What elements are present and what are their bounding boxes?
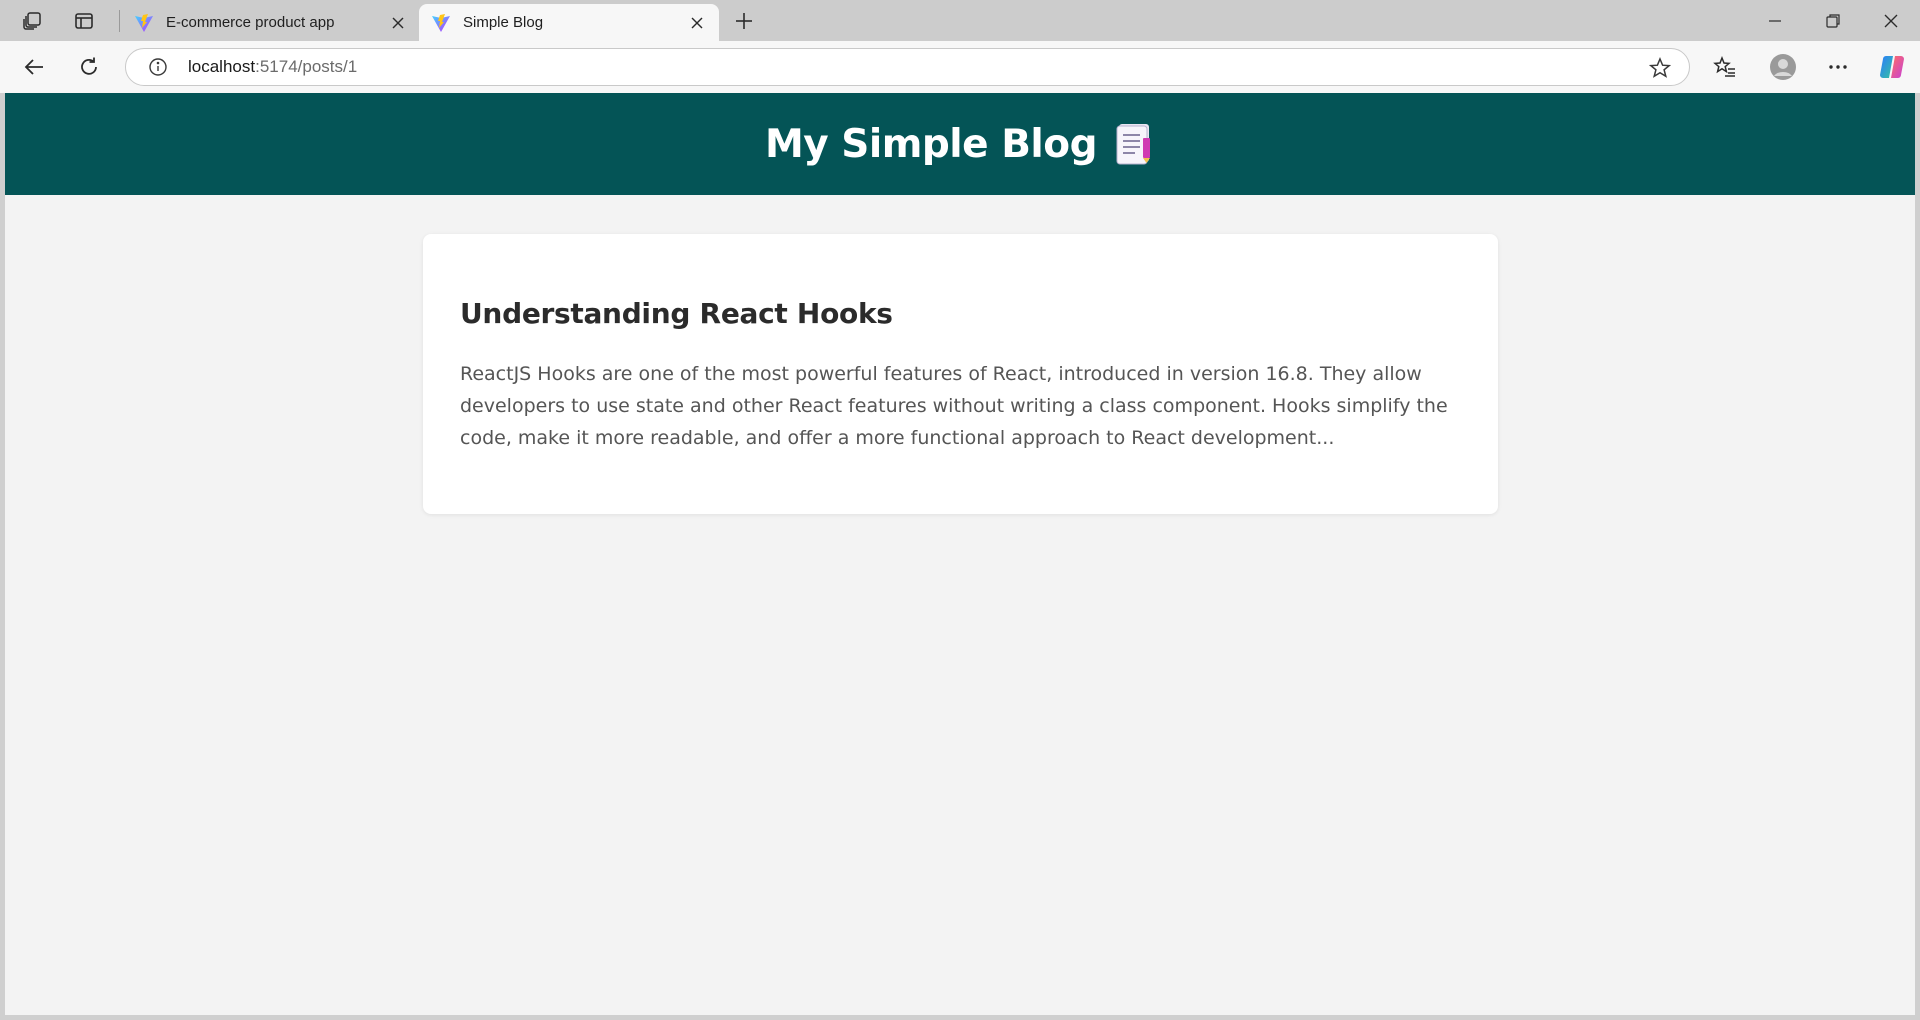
address-bar[interactable]: localhost:5174/posts/1 [125, 48, 1690, 86]
tab-simple-blog[interactable]: Simple Blog [419, 4, 719, 41]
site-header: My Simple Blog [5, 93, 1915, 195]
favorites-icon[interactable] [1707, 49, 1743, 85]
url-host: localhost [188, 57, 256, 76]
close-tab-icon[interactable] [687, 13, 707, 33]
post-title: Understanding React Hooks [460, 297, 893, 330]
page-viewport: My Simple Blog Understanding React Hooks… [5, 93, 1915, 1015]
tab-ecommerce[interactable]: E-commerce product app [122, 4, 420, 41]
vertical-tabs-icon[interactable] [68, 8, 100, 34]
close-window-button[interactable] [1862, 0, 1920, 41]
reload-button[interactable] [71, 49, 107, 85]
more-options-icon[interactable] [1820, 49, 1856, 85]
copilot-icon[interactable] [1874, 49, 1910, 85]
close-tab-icon[interactable] [388, 13, 408, 33]
browser-toolbar: localhost:5174/posts/1 [0, 41, 1920, 93]
tab-strip: E-commerce product app Simple Blog [0, 0, 1920, 41]
profile-avatar[interactable] [1765, 49, 1801, 85]
tab-title: Simple Blog [463, 14, 544, 31]
site-info-icon[interactable] [146, 55, 170, 79]
post-excerpt: ReactJS Hooks are one of the most powerf… [460, 363, 1448, 449]
back-button[interactable] [16, 49, 52, 85]
favorite-star-icon[interactable] [1647, 55, 1673, 81]
restore-button[interactable] [1804, 0, 1862, 41]
vite-favicon-icon [432, 13, 450, 32]
minimize-button[interactable] [1746, 0, 1804, 41]
memo-icon [1116, 124, 1151, 165]
new-tab-button[interactable] [728, 6, 760, 36]
post-card: Understanding React Hooks ReactJS Hooks … [423, 234, 1498, 514]
site-title: My Simple Blog [764, 121, 1098, 167]
workspaces-icon[interactable] [16, 8, 48, 34]
url-path: :5174/posts/1 [255, 57, 358, 76]
tab-title: E-commerce product app [166, 14, 335, 31]
tab-separator [119, 10, 120, 32]
url-text: localhost:5174/posts/1 [188, 57, 357, 77]
vite-favicon-icon [135, 13, 153, 32]
